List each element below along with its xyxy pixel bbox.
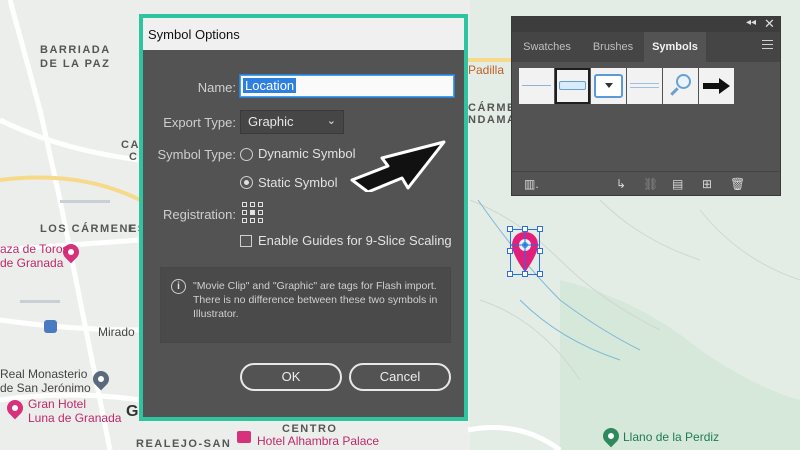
tab-swatches[interactable]: Swatches — [512, 32, 582, 62]
map-label-g-fragment: G — [126, 403, 139, 420]
selection-handle[interactable] — [537, 271, 543, 277]
map-label-gran-hotel: Gran Hotel — [28, 397, 87, 411]
selection-handle[interactable] — [537, 248, 543, 254]
enable-guides-checkbox[interactable] — [240, 235, 252, 247]
arrow-shape-icon — [703, 78, 730, 94]
break-link-icon[interactable]: ⛓ — [643, 177, 658, 191]
name-input[interactable]: Location — [240, 75, 454, 97]
symbol-options-dialog[interactable]: Symbol Options Name: Location Export Typ… — [143, 18, 464, 417]
dropdown-button-symbol[interactable] — [591, 68, 626, 104]
name-label: Name: — [197, 80, 236, 95]
thin-line-symbol[interactable] — [519, 68, 554, 104]
map-label-ca-fragment: CA — [121, 139, 140, 151]
delete-symbol-icon[interactable]: 🗑 — [730, 177, 745, 191]
map-label-mirador: Mirado — [98, 325, 135, 339]
metro-icon — [44, 320, 57, 333]
map-label-plaza-toros: aza de Toros — [0, 242, 69, 256]
registration-label: Registration: — [163, 207, 236, 222]
symbol-options-icon[interactable]: ▤ — [672, 177, 683, 191]
close-icon[interactable]: ✕ — [764, 16, 775, 32]
name-input-value: Location — [243, 78, 297, 93]
location-symbol-instance[interactable] — [507, 226, 543, 277]
cancel-button[interactable]: Cancel — [349, 363, 451, 391]
chevron-down-icon: ⌄ — [326, 115, 336, 127]
panel-header-bar[interactable]: ◂◂ ✕ — [512, 16, 780, 32]
map-label-padilla: Padilla — [468, 63, 505, 77]
info-box: i "Movie Clip" and "Graphic" are tags fo… — [160, 267, 451, 343]
map-label-realejo: REALEJO-SAN — [136, 438, 232, 450]
static-symbol-radio[interactable] — [240, 176, 253, 189]
dialog-title[interactable]: Symbol Options — [143, 18, 464, 50]
selection-handle[interactable] — [537, 226, 543, 232]
map-label-alhambra-palace: Hotel Alhambra Palace — [257, 434, 380, 448]
black-arrow-symbol[interactable] — [699, 68, 734, 104]
map-label-barriada: BARRIADA — [40, 44, 111, 56]
new-symbol-icon[interactable]: ⊞ — [702, 177, 712, 191]
map-label-e-fragment: E — [128, 223, 137, 235]
double-chevron-icon[interactable]: ◂◂ — [746, 17, 756, 28]
enable-guides-label[interactable]: Enable Guides for 9-Slice Scaling — [258, 233, 452, 248]
map-label-de-granada: de Granada — [0, 256, 64, 270]
export-type-value: Graphic — [248, 114, 294, 129]
info-text: "Movie Clip" and "Graphic" are tags for … — [193, 280, 438, 320]
tab-symbols[interactable]: Symbols — [644, 32, 706, 62]
symbol-libraries-icon[interactable]: ▥. — [524, 177, 539, 191]
selection-handle[interactable] — [507, 226, 513, 232]
export-type-select[interactable]: Graphic ⌄ — [240, 110, 344, 134]
symbol-grid — [519, 68, 777, 106]
location-pin-icon — [510, 229, 540, 275]
blue-bar-symbol[interactable] — [555, 68, 590, 104]
selection-handle[interactable] — [522, 226, 528, 232]
selection-handle[interactable] — [507, 248, 513, 254]
info-icon: i — [171, 279, 186, 294]
symbols-panel[interactable]: ◂◂ ✕ Swatches Brushes Symbols ▥. ↳ ⛓ ▤ ⊞… — [511, 16, 781, 196]
export-type-label: Export Type: — [163, 115, 236, 130]
magnifier-symbol[interactable] — [663, 68, 698, 104]
panel-tabs: Swatches Brushes Symbols — [512, 32, 780, 62]
registration-point-grid[interactable] — [242, 202, 264, 224]
hamburger-menu-icon[interactable] — [762, 40, 773, 52]
map-label-san-jeronimo: de San Jerónimo — [0, 381, 91, 395]
map-label-c-fragment: C — [129, 151, 139, 163]
symbol-options-dialog-highlight: Symbol Options Name: Location Export Typ… — [139, 14, 468, 421]
selection-handle[interactable] — [507, 271, 513, 277]
map-label-luna-granada: Luna de Granada — [28, 411, 122, 425]
panel-footer: ▥. ↳ ⛓ ▤ ⊞ 🗑 — [512, 171, 780, 195]
map-label-monasterio: Real Monasterio — [0, 367, 88, 381]
static-symbol-label[interactable]: Static Symbol — [258, 175, 337, 190]
selection-handle[interactable] — [522, 271, 528, 277]
dynamic-symbol-label[interactable]: Dynamic Symbol — [258, 146, 356, 161]
ok-button[interactable]: OK — [240, 363, 342, 391]
tab-brushes[interactable]: Brushes — [582, 32, 644, 62]
hotel-bed-icon — [237, 431, 251, 443]
symbol-type-label: Symbol Type: — [157, 147, 236, 162]
double-line-symbol[interactable] — [627, 68, 662, 104]
dynamic-symbol-radio[interactable] — [240, 148, 253, 161]
map-label-ndama: NDAMA — [468, 114, 517, 126]
place-symbol-icon[interactable]: ↳ — [616, 177, 626, 191]
map-label-de-la-paz: DE LA PAZ — [40, 58, 111, 70]
annotation-arrow-icon — [350, 140, 446, 192]
map-label-llano-perdiz: Llano de la Perdiz — [623, 430, 720, 444]
